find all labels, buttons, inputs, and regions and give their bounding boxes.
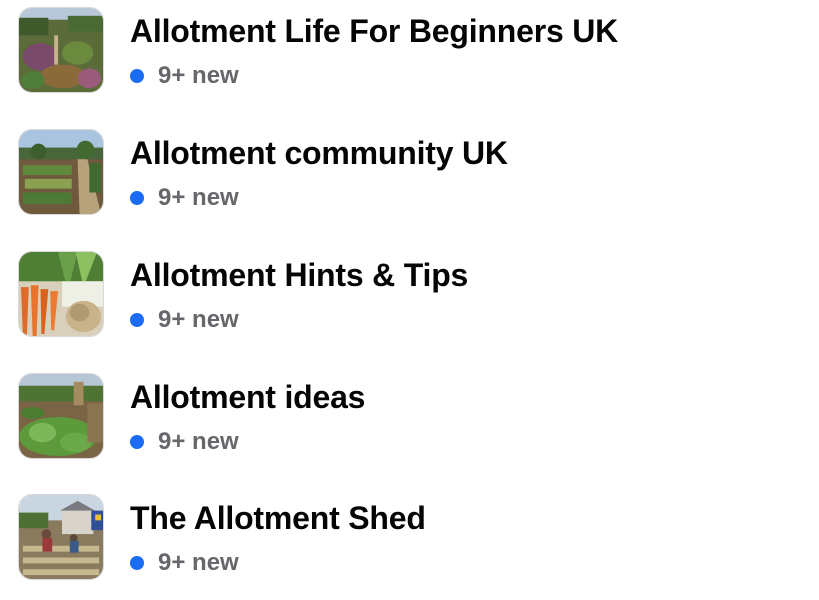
group-thumbnail[interactable]	[18, 251, 104, 337]
new-posts-count: 9+ new	[158, 306, 239, 333]
unread-dot-icon	[130, 69, 144, 83]
new-posts-status: 9+ new	[130, 61, 239, 91]
group-name[interactable]: Allotment ideas	[130, 379, 365, 416]
group-thumbnail[interactable]	[18, 373, 104, 459]
allotment-garden-photo	[19, 8, 103, 92]
shed-and-gardener-photo	[19, 495, 103, 579]
group-name[interactable]: Allotment Life For Beginners UK	[130, 13, 618, 50]
group-name[interactable]: Allotment community UK	[130, 135, 508, 172]
group-thumbnail[interactable]	[18, 129, 104, 215]
group-item-allotment-hints-tips[interactable]: Allotment Hints & Tips 9+ new	[0, 251, 819, 351]
carrots-leeks-photo	[19, 252, 103, 336]
new-posts-count: 9+ new	[158, 549, 239, 576]
group-thumbnail[interactable]	[18, 7, 104, 93]
group-item-the-allotment-shed[interactable]: The Allotment Shed 9+ new	[0, 494, 819, 594]
group-name[interactable]: Allotment Hints & Tips	[130, 257, 468, 294]
new-posts-status: 9+ new	[130, 305, 239, 335]
group-name[interactable]: The Allotment Shed	[130, 500, 426, 537]
new-posts-count: 9+ new	[158, 62, 239, 89]
new-posts-status: 9+ new	[130, 183, 239, 213]
group-item-allotment-community-uk[interactable]: Allotment community UK 9+ new	[0, 129, 819, 229]
group-list: Allotment Life For Beginners UK 9+ new A…	[0, 0, 819, 600]
vegetable-bed-photo	[19, 374, 103, 458]
group-item-allotment-life-for-beginners-uk[interactable]: Allotment Life For Beginners UK 9+ new	[0, 7, 819, 107]
group-item-allotment-ideas[interactable]: Allotment ideas 9+ new	[0, 373, 819, 473]
allotment-plots-photo	[19, 130, 103, 214]
new-posts-count: 9+ new	[158, 184, 239, 211]
new-posts-status: 9+ new	[130, 548, 239, 578]
unread-dot-icon	[130, 191, 144, 205]
unread-dot-icon	[130, 435, 144, 449]
unread-dot-icon	[130, 313, 144, 327]
unread-dot-icon	[130, 556, 144, 570]
new-posts-status: 9+ new	[130, 427, 239, 457]
new-posts-count: 9+ new	[158, 428, 239, 455]
group-thumbnail[interactable]	[18, 494, 104, 580]
